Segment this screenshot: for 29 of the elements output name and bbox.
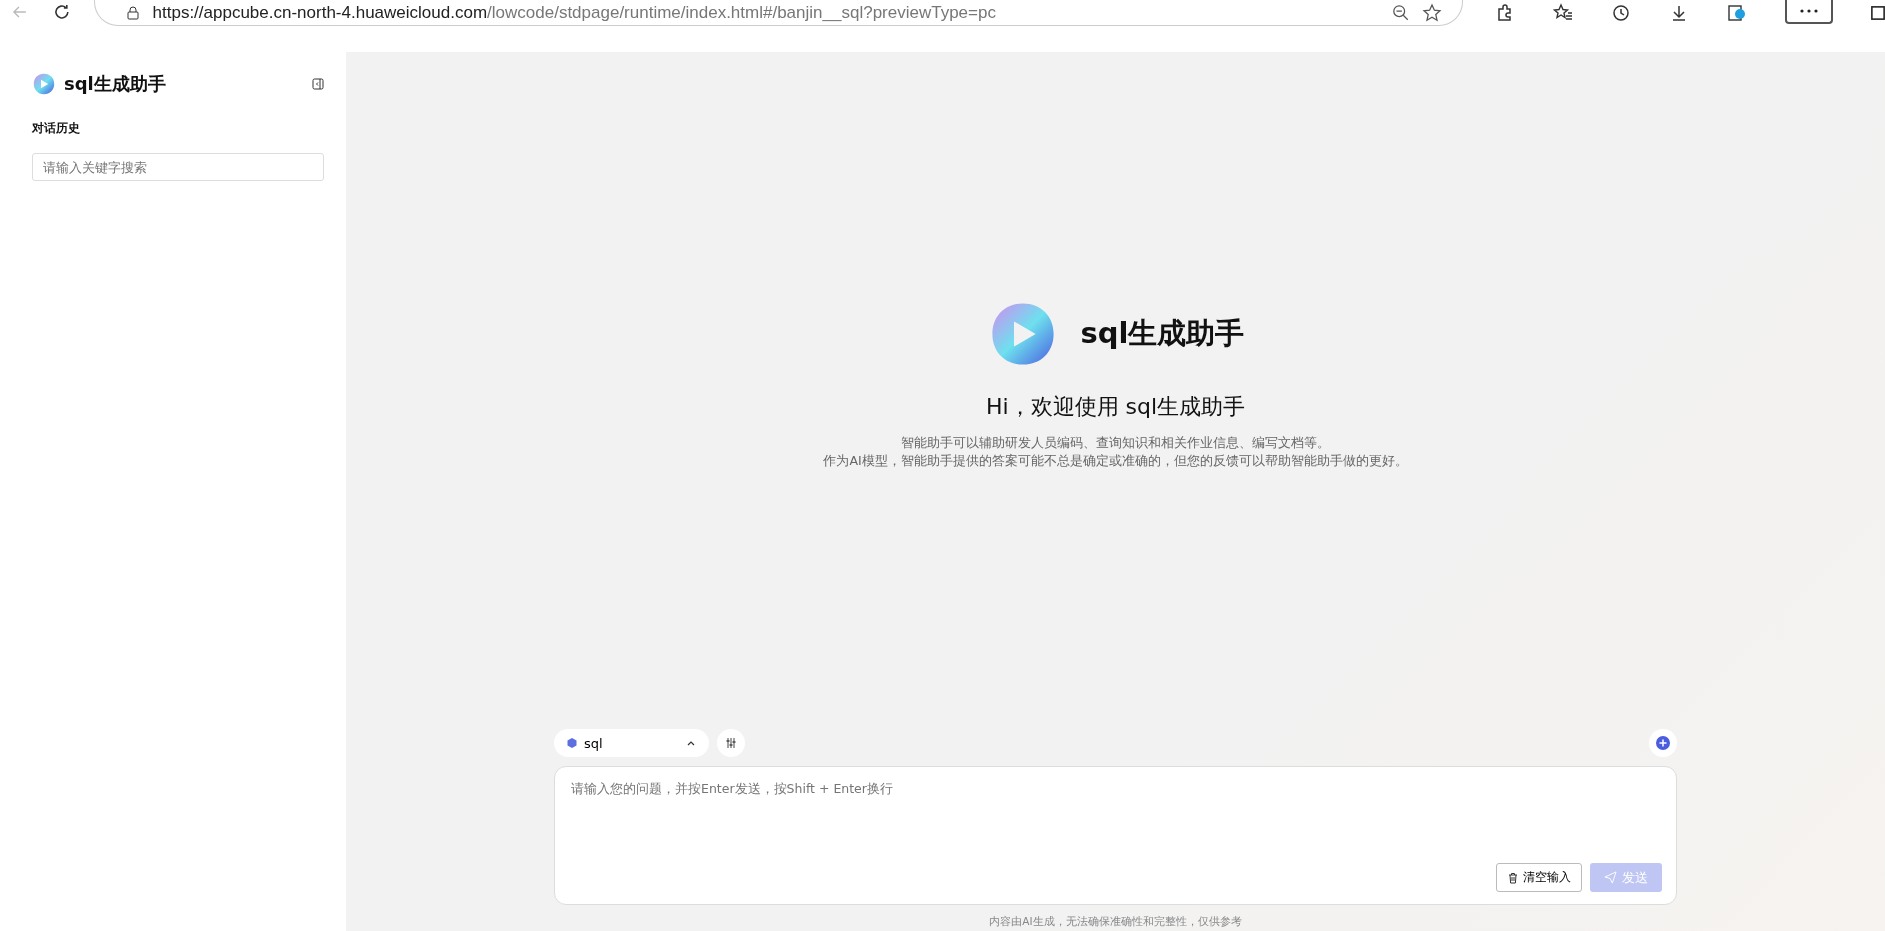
sidebar-toggle-icon[interactable] [1871,3,1885,23]
new-chat-button[interactable] [1649,729,1677,757]
app-title: sql生成助手 [64,72,166,96]
greeting-heading: Hi，欢迎使用 sql生成助手 [985,393,1246,421]
more-button[interactable] [1785,0,1833,24]
trash-icon [1507,871,1519,884]
history-title: 对话历史 [32,120,81,137]
collapse-icon[interactable] [312,78,324,90]
model-select[interactable]: sql [554,729,709,757]
intro-text: 智能助手可以辅助研发人员编码、查询知识和相关作业信息、编写文档等。 [901,434,1330,452]
intro-text: 作为AI模型，智能助手提供的答案可能不总是确定或准确的，但您的反馈可以帮助智能助手做的更好。 [823,452,1408,470]
zoom-out-icon[interactable] [1392,3,1410,22]
clear-button[interactable]: 清空输入 [1496,863,1582,892]
settings-button[interactable] [717,729,745,757]
logo-icon [32,72,56,96]
send-icon [1604,871,1617,884]
favorites-icon[interactable] [1553,3,1573,23]
lock-icon [124,4,141,21]
more-icon [1799,8,1819,14]
search-field[interactable]: 请输入关键字搜索 [32,153,324,181]
plus-circle-icon [1655,735,1671,751]
star-icon[interactable] [1422,2,1442,23]
address-bar[interactable]: https://appcube.cn-north-4.huaweicloud.com/lowcode/stdpage/runtime/index.html#/banjin__sql?previewType=pc [93,0,1463,26]
history-icon[interactable] [1611,3,1631,23]
url-text: https://appcube.cn-north-4.huaweicloud.com/lowcode/stdpage/runtime/index.html#/banjin__sql?previewType=pc [152,2,997,23]
cube-icon [566,737,578,749]
sliders-icon [725,737,737,749]
app-title: sql生成助手 [1080,315,1245,352]
disclaimer-text: 内容由AI生成，无法确保准确性和完整性，仅供参考 [988,915,1243,929]
